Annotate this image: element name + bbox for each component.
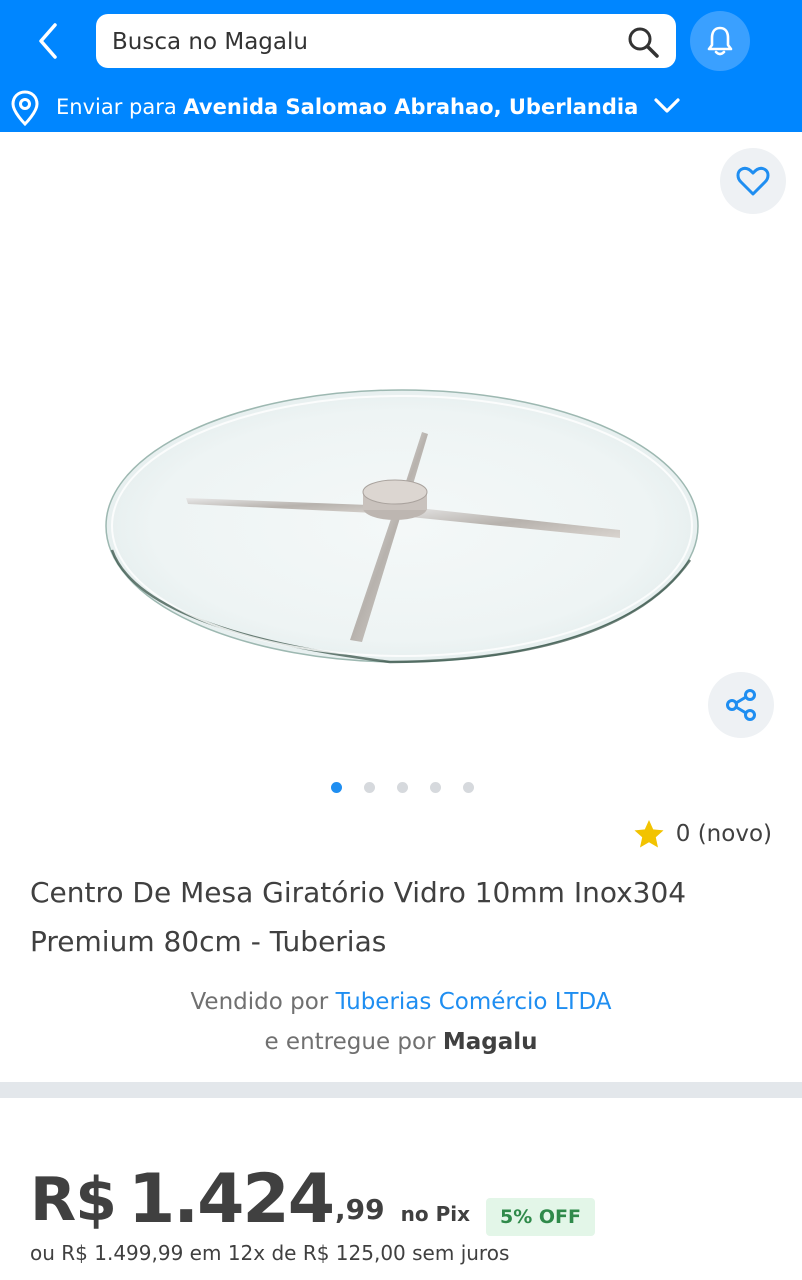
gallery-pagination	[0, 782, 802, 798]
section-divider	[0, 1082, 802, 1098]
bell-icon	[707, 26, 733, 56]
product-rating[interactable]: 0 (novo)	[632, 818, 772, 850]
search-input[interactable]: Busca no Magalu	[96, 14, 676, 68]
seller-info: Vendido por Tuberias Comércio LTDA e ent…	[0, 982, 802, 1062]
star-icon	[634, 820, 664, 848]
delivery-address-bar[interactable]: Enviar para Avenida Salomao Abrahao, Ube…	[0, 82, 802, 132]
favorite-button[interactable]	[720, 148, 786, 214]
gallery-dot[interactable]	[363, 782, 375, 793]
delivery-address-text: Enviar para Avenida Salomao Abrahao, Ube…	[56, 95, 638, 119]
back-button[interactable]	[22, 18, 74, 64]
price-cents: ,99	[335, 1193, 385, 1226]
map-pin-icon	[11, 90, 39, 127]
sold-by-line: Vendido por Tuberias Comércio LTDA	[0, 982, 802, 1022]
address-prefix: Enviar para	[56, 95, 177, 119]
price-block: R$ 1.424 ,99 no Pix 5% OFF	[30, 1156, 595, 1236]
gallery-dot[interactable]	[396, 782, 408, 793]
delivered-by-prefix: e entregue por	[264, 1029, 436, 1055]
product-image[interactable]	[100, 380, 700, 670]
share-button[interactable]	[708, 672, 774, 738]
gallery-dot[interactable]	[462, 782, 474, 793]
seller-link[interactable]: Tuberias Comércio LTDA	[336, 989, 612, 1015]
price-currency: R$	[30, 1165, 117, 1235]
delivered-by: Magalu	[442, 1029, 538, 1055]
gallery-dot[interactable]	[429, 782, 441, 793]
heart-icon	[736, 166, 770, 196]
product-title: Centro De Mesa Giratório Vidro 10mm Inox…	[30, 876, 687, 958]
discount-badge: 5% OFF	[486, 1198, 595, 1236]
payment-method: no Pix	[400, 1202, 471, 1226]
search-placeholder: Busca no Magalu	[112, 29, 308, 55]
price-amount: 1.424	[127, 1160, 335, 1239]
chevron-left-icon	[39, 23, 57, 59]
delivered-by-line: e entregue por Magalu	[0, 1022, 802, 1062]
address-location: Avenida Salomao Abrahao, Uberlandia	[183, 95, 639, 119]
gallery-dot[interactable]	[330, 782, 342, 793]
rating-text: 0 (novo)	[675, 821, 772, 847]
installments-text: ou R$ 1.499,99 em 12x de R$ 125,00 sem j…	[30, 1241, 510, 1265]
search-icon[interactable]	[626, 25, 660, 59]
top-bar: Busca no Magalu	[0, 0, 802, 82]
notifications-button[interactable]	[690, 11, 750, 71]
sold-by-prefix: Vendido por	[190, 989, 329, 1015]
share-icon	[726, 689, 756, 721]
chevron-down-icon[interactable]	[653, 94, 681, 118]
